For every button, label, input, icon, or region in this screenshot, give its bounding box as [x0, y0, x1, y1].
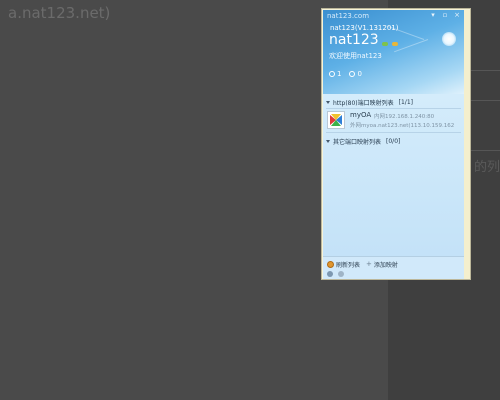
divider	[326, 132, 461, 133]
level-icon	[392, 42, 398, 46]
refresh-list-button[interactable]: 刷新列表	[327, 260, 360, 269]
mapping-inner-address: 内网192.168.1.240:80	[374, 114, 435, 120]
group-label: 其它端口映射列表	[333, 139, 382, 146]
stat-users[interactable]: 1	[329, 70, 341, 78]
sun-decoration	[442, 32, 456, 46]
add-mapping-button[interactable]: + 添加映射	[366, 260, 398, 270]
desktop-background: a.nat123.net) 的列 nat123.com ▾ ▫ × nat123…	[0, 0, 500, 400]
version-label: nat123(V1.131201)	[330, 24, 399, 32]
refresh-icon	[327, 261, 334, 268]
expand-arrow-icon	[326, 101, 330, 104]
user-icon	[329, 71, 335, 77]
header-stats: 1 0	[329, 70, 362, 78]
refresh-label: 刷新列表	[336, 262, 361, 269]
username-label[interactable]: nat123	[329, 32, 379, 48]
welcome-text: 欢迎使用nat123	[329, 52, 382, 60]
window-side-strip	[464, 10, 470, 279]
group-other[interactable]: 其它端口映射列表 [0/0]	[326, 137, 400, 146]
mapping-name: myOA	[350, 111, 372, 119]
window-controls: ▾ ▫ ×	[430, 12, 460, 19]
restore-icon[interactable]: ▫	[442, 12, 448, 19]
app-footer: 刷新列表 + 添加映射	[323, 256, 464, 279]
help-icon[interactable]	[338, 271, 344, 277]
stat-status[interactable]: 0	[349, 70, 362, 78]
status-count: 0	[357, 70, 362, 78]
plus-icon: +	[366, 260, 372, 268]
add-label: 添加映射	[373, 262, 398, 269]
app-header: nat123.com ▾ ▫ × nat123(V1.131201) nat12…	[323, 10, 464, 94]
group-label: http(80)端口映射列表	[333, 100, 394, 107]
status-icon	[349, 71, 356, 77]
footer-icons	[327, 271, 344, 277]
close-icon[interactable]: ×	[454, 12, 460, 19]
background-url-text: a.nat123.net)	[8, 4, 111, 22]
users-count: 1	[337, 70, 342, 78]
mapping-item[interactable]: myOA 内网192.168.1.240:80 外网myoa.nat123.ne…	[325, 109, 462, 131]
group-count: [0/0]	[386, 138, 401, 145]
expand-arrow-icon	[326, 140, 330, 143]
online-status-icon	[382, 42, 388, 46]
minimize-icon[interactable]: ▾	[430, 12, 436, 19]
mapping-list: http(80)端口映射列表 [1/1] myOA 内网192.168.1.24…	[323, 94, 464, 256]
footer-actions: 刷新列表 + 添加映射	[327, 260, 398, 269]
group-http[interactable]: http(80)端口映射列表 [1/1]	[326, 98, 413, 107]
window-title: nat123.com	[327, 12, 370, 20]
app-icon	[327, 111, 345, 129]
nat123-app-window: nat123.com ▾ ▫ × nat123(V1.131201) nat12…	[321, 8, 471, 280]
notification-icon[interactable]	[327, 271, 333, 277]
group-count: [1/1]	[398, 99, 413, 106]
mapping-outer-address: 外网myoa.nat123.net(113.10.159.162	[350, 123, 455, 129]
background-text-fragment: 的列	[474, 160, 500, 175]
